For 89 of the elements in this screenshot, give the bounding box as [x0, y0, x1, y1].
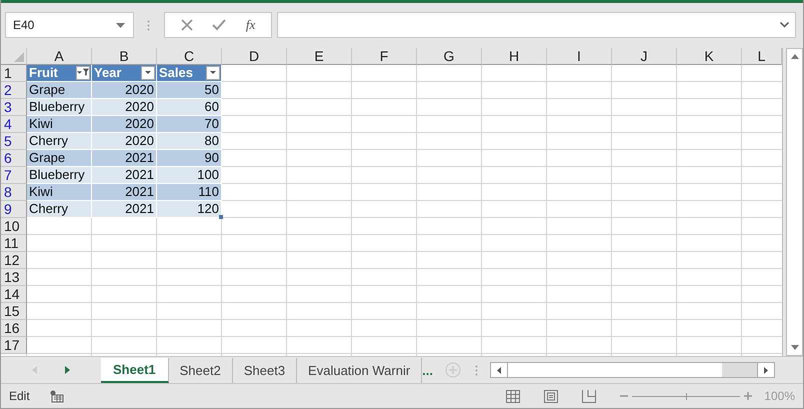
table-header-cell: Fruit: [27, 64, 92, 82]
sheet-tab[interactable]: Evaluation Warnir: [297, 358, 422, 383]
table-cell: 80: [157, 132, 222, 150]
column-header[interactable]: A: [27, 48, 92, 65]
table-cell: 120: [157, 200, 222, 218]
table-cell: 2020: [92, 116, 157, 133]
resize-handle[interactable]: [219, 214, 223, 219]
scroll-up-icon[interactable]: [790, 54, 798, 59]
row-header[interactable]: 15: [1, 302, 27, 320]
page-layout-icon[interactable]: [544, 390, 558, 403]
scroll-right-icon[interactable]: [764, 366, 768, 374]
column-header[interactable]: D: [222, 48, 287, 65]
table-cell: Cherry: [27, 132, 92, 150]
table-cell: Grape: [27, 82, 92, 99]
row-header[interactable]: 3: [1, 98, 27, 116]
vertical-scrollbar[interactable]: [786, 48, 803, 356]
table-cell: 2021: [92, 150, 157, 167]
grip-icon: [147, 20, 150, 31]
row-header[interactable]: 2: [1, 82, 27, 99]
chevron-down-icon[interactable]: [780, 22, 789, 28]
row-header[interactable]: 11: [1, 234, 27, 252]
table-cell: 2021: [92, 184, 157, 201]
column-header[interactable]: H: [482, 48, 547, 65]
table-cell: 2020: [92, 132, 157, 150]
filter-button[interactable]: [76, 66, 90, 80]
row-header[interactable]: 16: [1, 320, 27, 337]
column-header[interactable]: L: [742, 48, 782, 65]
column-header[interactable]: F: [352, 48, 417, 65]
table-cell: 70: [157, 116, 222, 133]
column-header[interactable]: C: [157, 48, 222, 65]
table-cell: 2021: [92, 166, 157, 184]
row-header[interactable]: 7: [1, 166, 27, 184]
table-cell: Kiwi: [27, 184, 92, 201]
table-header-cell: Year: [92, 64, 157, 82]
row-header[interactable]: 14: [1, 286, 27, 303]
column-header[interactable]: J: [612, 48, 677, 65]
column-header[interactable]: B: [92, 48, 157, 65]
name-box[interactable]: E40: [5, 12, 134, 38]
normal-view-icon[interactable]: [506, 390, 520, 403]
row-header[interactable]: 6: [1, 150, 27, 167]
formula-input[interactable]: [277, 12, 796, 38]
row-header[interactable]: 9: [1, 200, 27, 218]
table-cell: Cherry: [27, 200, 92, 218]
row-header[interactable]: 1: [1, 64, 27, 82]
sheet-tab[interactable]: Sheet1: [101, 358, 169, 383]
next-sheet-icon[interactable]: [65, 366, 70, 374]
dropdown-icon: [210, 71, 216, 74]
dropdown-icon: [145, 71, 151, 74]
filter-button[interactable]: [206, 66, 220, 80]
row-header[interactable]: 10: [1, 218, 27, 235]
row-header[interactable]: 13: [1, 268, 27, 286]
table-cell: 60: [157, 98, 222, 116]
table-cell: 2021: [92, 200, 157, 218]
column-header[interactable]: G: [417, 48, 482, 65]
table-cell: 100: [157, 166, 222, 184]
sheet-tab[interactable]: Sheet3: [232, 358, 298, 383]
table-header-cell: Sales: [157, 64, 222, 82]
scroll-down-icon[interactable]: [790, 345, 798, 350]
filter-button[interactable]: [141, 66, 155, 80]
column-header[interactable]: E: [287, 48, 352, 65]
insert-function-button[interactable]: fx: [246, 17, 256, 33]
table-cell: Kiwi: [27, 116, 92, 133]
row-header[interactable]: 12: [1, 252, 27, 269]
table-cell: 50: [157, 82, 222, 99]
sheet-tab[interactable]: Sheet2: [168, 358, 233, 383]
table-cell: 2020: [92, 98, 157, 116]
table-cell: Blueberry: [27, 166, 92, 184]
table-cell: Blueberry: [27, 98, 92, 116]
caret-icon: [116, 22, 125, 28]
scroll-left-icon[interactable]: [497, 366, 502, 374]
zoom-in-icon[interactable]: [744, 392, 752, 400]
dropdown-icon: [77, 71, 82, 74]
table-cell: Grape: [27, 150, 92, 167]
row-header[interactable]: 17: [1, 336, 27, 354]
grip-icon[interactable]: [475, 364, 478, 376]
zoom-slider[interactable]: [620, 392, 752, 400]
more-sheets-button[interactable]: ...: [422, 362, 434, 378]
row-header[interactable]: 4: [1, 116, 27, 133]
table-cell: 90: [157, 150, 222, 167]
table-cell: 2020: [92, 82, 157, 99]
row-header[interactable]: 5: [1, 132, 27, 150]
macro-record-icon[interactable]: [50, 390, 64, 403]
page-break-icon[interactable]: [582, 390, 596, 403]
row-header[interactable]: 8: [1, 184, 27, 201]
column-header[interactable]: I: [547, 48, 612, 65]
horizontal-scrollbar[interactable]: [490, 362, 776, 378]
column-header[interactable]: K: [677, 48, 742, 65]
table-cell: 110: [157, 184, 222, 201]
status-text: Edit: [9, 389, 30, 404]
